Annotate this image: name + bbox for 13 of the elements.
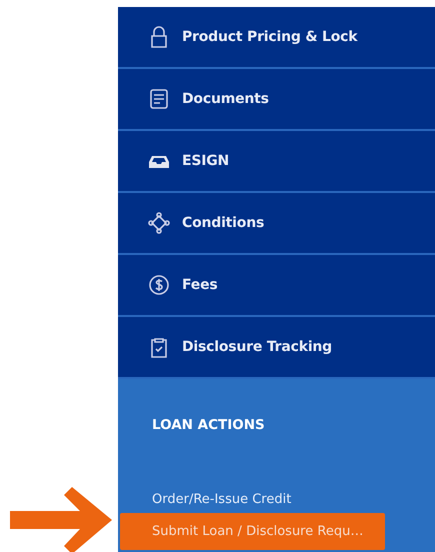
nav-item[interactable]: Fees bbox=[118, 255, 435, 317]
nav-item[interactable]: ESIGN bbox=[118, 131, 435, 193]
nav-item[interactable]: Conditions bbox=[118, 193, 435, 255]
nav-item[interactable]: Documents bbox=[118, 69, 435, 131]
document-icon bbox=[148, 88, 170, 110]
lock-icon bbox=[148, 26, 170, 48]
nav-item[interactable]: Product Pricing & Lock bbox=[118, 7, 435, 69]
network-icon bbox=[148, 212, 170, 234]
action-link[interactable]: Order/Re-Issue Credit bbox=[120, 485, 385, 513]
nav-item[interactable]: Disclosure Tracking bbox=[118, 317, 435, 379]
section-heading: LOAN ACTIONS bbox=[151, 417, 266, 433]
dollar-icon bbox=[148, 274, 170, 296]
clipboard-check-icon bbox=[148, 336, 170, 358]
